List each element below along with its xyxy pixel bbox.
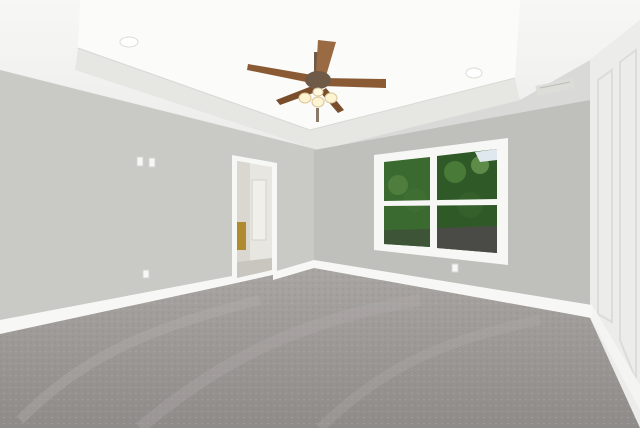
- empty-bedroom-photo: [0, 0, 640, 428]
- doorway-icon: [232, 155, 277, 284]
- window-icon: [374, 138, 508, 265]
